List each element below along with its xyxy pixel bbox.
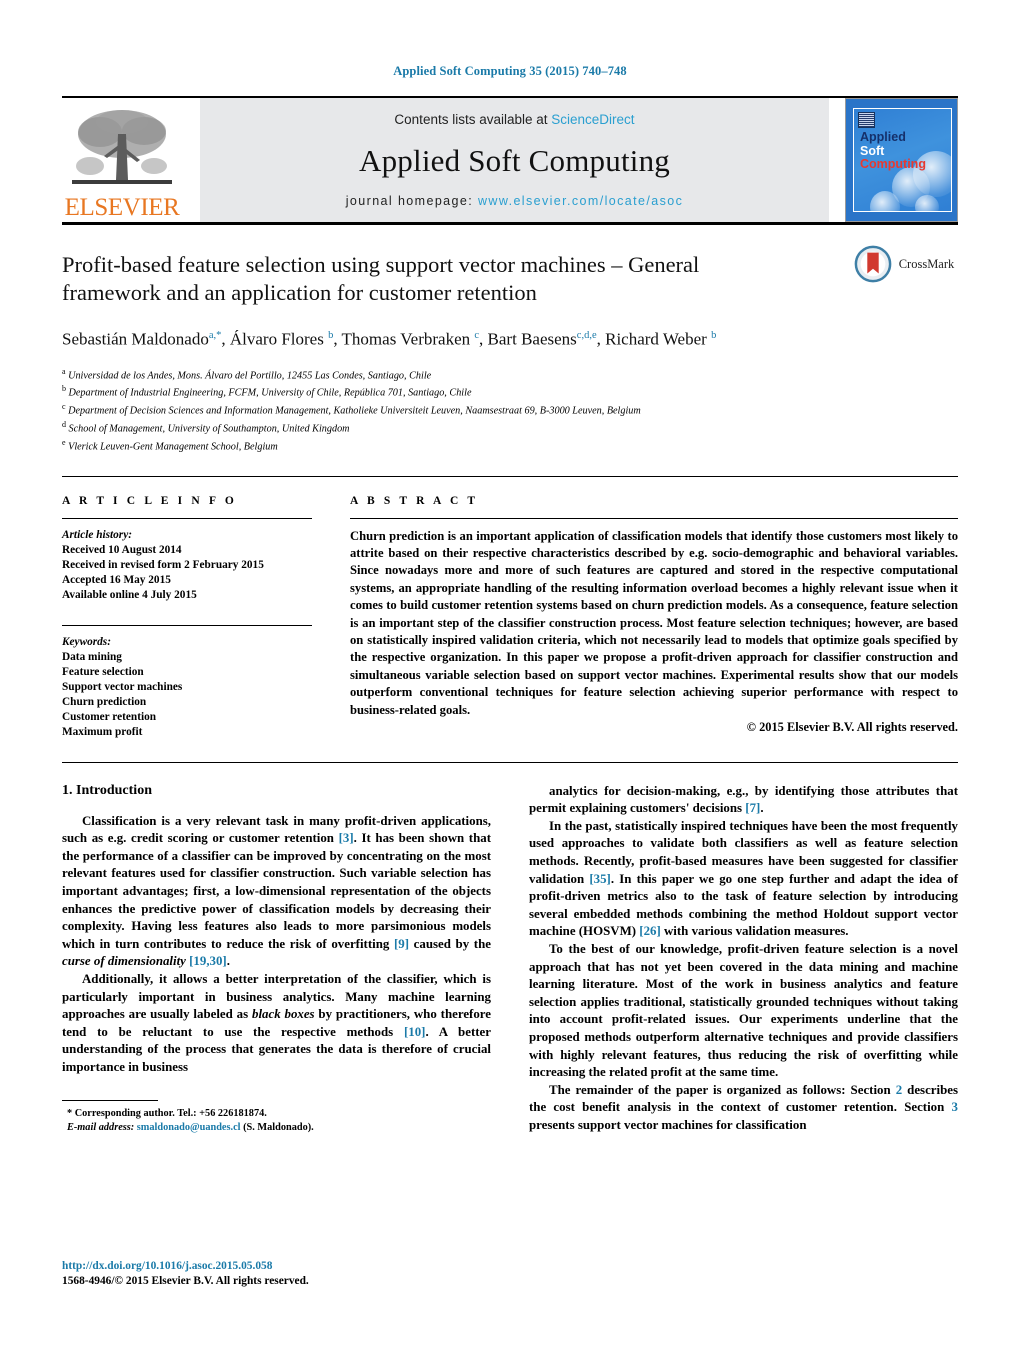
body-column-left: 1. Introduction Classification is a very… xyxy=(62,783,491,1135)
footnote-rule xyxy=(62,1099,158,1101)
contents-list-line: Contents lists available at ScienceDirec… xyxy=(394,112,634,127)
cover-line-1: Applied xyxy=(860,130,906,144)
article-history-lines: Received 10 August 2014 Received in revis… xyxy=(62,543,312,603)
abstract-column: A B S T R A C T Churn prediction is an i… xyxy=(350,495,958,740)
article-info-column: A R T I C L E I N F O Article history: R… xyxy=(62,495,312,740)
keyword-item: Churn prediction xyxy=(62,695,147,708)
keywords-rule xyxy=(62,624,312,626)
footnote-block: * Corresponding author. Tel.: +56 226181… xyxy=(62,1099,491,1135)
issn-copyright-line: 1568-4946/© 2015 Elsevier B.V. All right… xyxy=(62,1275,309,1287)
journal-title: Applied Soft Computing xyxy=(359,142,670,178)
journal-cover-artwork: Applied Soft Computing xyxy=(853,108,952,212)
article-info-heading: A R T I C L E I N F O xyxy=(62,494,237,507)
email-note: E-mail address: smaldonado@uandes.cl (S.… xyxy=(67,1121,314,1133)
elsevier-tree-icon xyxy=(72,110,172,184)
homepage-prefix: journal homepage: xyxy=(345,194,474,208)
body-columns: 1. Introduction Classification is a very… xyxy=(62,783,958,1135)
journal-cover-thumbnail: Applied Soft Computing xyxy=(845,98,958,222)
keyword-item: Maximum profit xyxy=(62,725,143,738)
affiliation-item: e Vlerick Leuven-Gent Management School,… xyxy=(62,437,278,453)
title-block: CrossMark Profit-based feature selection… xyxy=(62,225,958,454)
article-history-item: Available online 4 July 2015 xyxy=(62,588,197,601)
keywords-block: Keywords: Data mining Feature selection Su… xyxy=(62,624,312,740)
keyword-lines: Data mining Feature selection Support vect… xyxy=(62,650,312,740)
keyword-item: Support vector machines xyxy=(62,680,183,693)
masthead-center: Contents lists available at ScienceDirec… xyxy=(200,98,829,222)
body-column-right: analytics for decision-making, e.g., by … xyxy=(529,783,958,1135)
paragraph: The remainder of the paper is organized … xyxy=(529,1082,959,1132)
elsevier-logo: ELSEVIER xyxy=(62,98,182,222)
paragraph: analytics for decision-making, e.g., by … xyxy=(529,783,958,816)
article-history-label: Article history: xyxy=(62,528,132,541)
article-history-item: Received in revised form 2 February 2015 xyxy=(62,558,264,571)
info-abstract-section: A R T I C L E I N F O Article history: R… xyxy=(62,475,958,740)
paragraph: To the best of our knowledge, profit-dri… xyxy=(529,941,958,1080)
paragraph: Classification is a very relevant task i… xyxy=(62,813,491,969)
affiliation-item: a Universidad de los Andes, Mons. Álvaro… xyxy=(62,366,432,382)
crossmark-icon xyxy=(854,245,892,283)
paragraph: Additionally, it allows a better interpr… xyxy=(62,971,491,1074)
abstract-copyright: © 2015 Elsevier B.V. All rights reserved… xyxy=(746,720,958,735)
affiliation-item: b Department of Industrial Engineering, … xyxy=(62,384,472,399)
cover-title-text: Applied Soft Computing xyxy=(860,130,926,172)
affiliation-item: c Department of Decision Sciences and In… xyxy=(62,402,641,417)
contents-prefix: Contents lists available at xyxy=(394,112,548,127)
affiliation-list: a Universidad de los Andes, Mons. Álvaro… xyxy=(62,365,958,454)
keyword-item: Feature selection xyxy=(62,665,144,678)
paper-page: Applied Soft Computing 35 (2015) 740–748 xyxy=(0,0,1020,1351)
abstract-rule xyxy=(350,517,958,519)
corresponding-author-note: * Corresponding author. Tel.: +56 226181… xyxy=(67,1107,267,1119)
paragraph: In the past, statistically inspired tech… xyxy=(529,818,959,939)
page-title: Profit-based feature selection using sup… xyxy=(62,252,700,305)
article-info-rule xyxy=(62,517,312,519)
page-footer: http://dx.doi.org/10.1016/j.asoc.2015.05… xyxy=(62,1259,309,1289)
journal-homepage-line: journal homepage: www.elsevier.com/locat… xyxy=(346,194,683,208)
section-heading-introduction: 1. Introduction xyxy=(62,782,152,798)
article-history-item: Accepted 16 May 2015 xyxy=(62,573,171,586)
article-history-item: Received 10 August 2014 xyxy=(62,543,182,556)
intro-right-paragraphs: analytics for decision-making, e.g., by … xyxy=(529,783,958,1135)
intro-left-paragraphs: Classification is a very relevant task i… xyxy=(62,813,491,1077)
keywords-label: Keywords: xyxy=(62,635,111,648)
crossmark-badge[interactable]: CrossMark xyxy=(850,245,958,283)
sciencedirect-link[interactable]: ScienceDirect xyxy=(551,112,634,127)
cover-line-2: Soft xyxy=(860,143,885,158)
abstract-text: Churn prediction is an important applica… xyxy=(350,528,958,717)
elsevier-wordmark: ELSEVIER xyxy=(64,194,180,221)
body-top-rule xyxy=(62,761,958,763)
journal-masthead: ELSEVIER Contents lists available at Sci… xyxy=(62,96,958,222)
crossmark-label: CrossMark xyxy=(898,256,955,271)
keyword-item: Customer retention xyxy=(62,710,157,723)
cover-stamp-icon xyxy=(858,112,875,128)
cover-blob-icon xyxy=(915,195,939,211)
affiliation-item: d School of Management, University of So… xyxy=(62,420,350,435)
cover-line-3: Computing xyxy=(860,157,926,171)
abstract-heading: A B S T R A C T xyxy=(350,494,479,507)
author-list: Sebastián Maldonadoa,*, Álvaro Flores b,… xyxy=(62,329,717,349)
running-head: Applied Soft Computing 35 (2015) 740–748 xyxy=(393,64,627,78)
homepage-url-link[interactable]: www.elsevier.com/locate/asoc xyxy=(478,194,683,208)
keyword-item: Data mining xyxy=(62,650,122,663)
doi-link[interactable]: http://dx.doi.org/10.1016/j.asoc.2015.05… xyxy=(62,1259,309,1274)
